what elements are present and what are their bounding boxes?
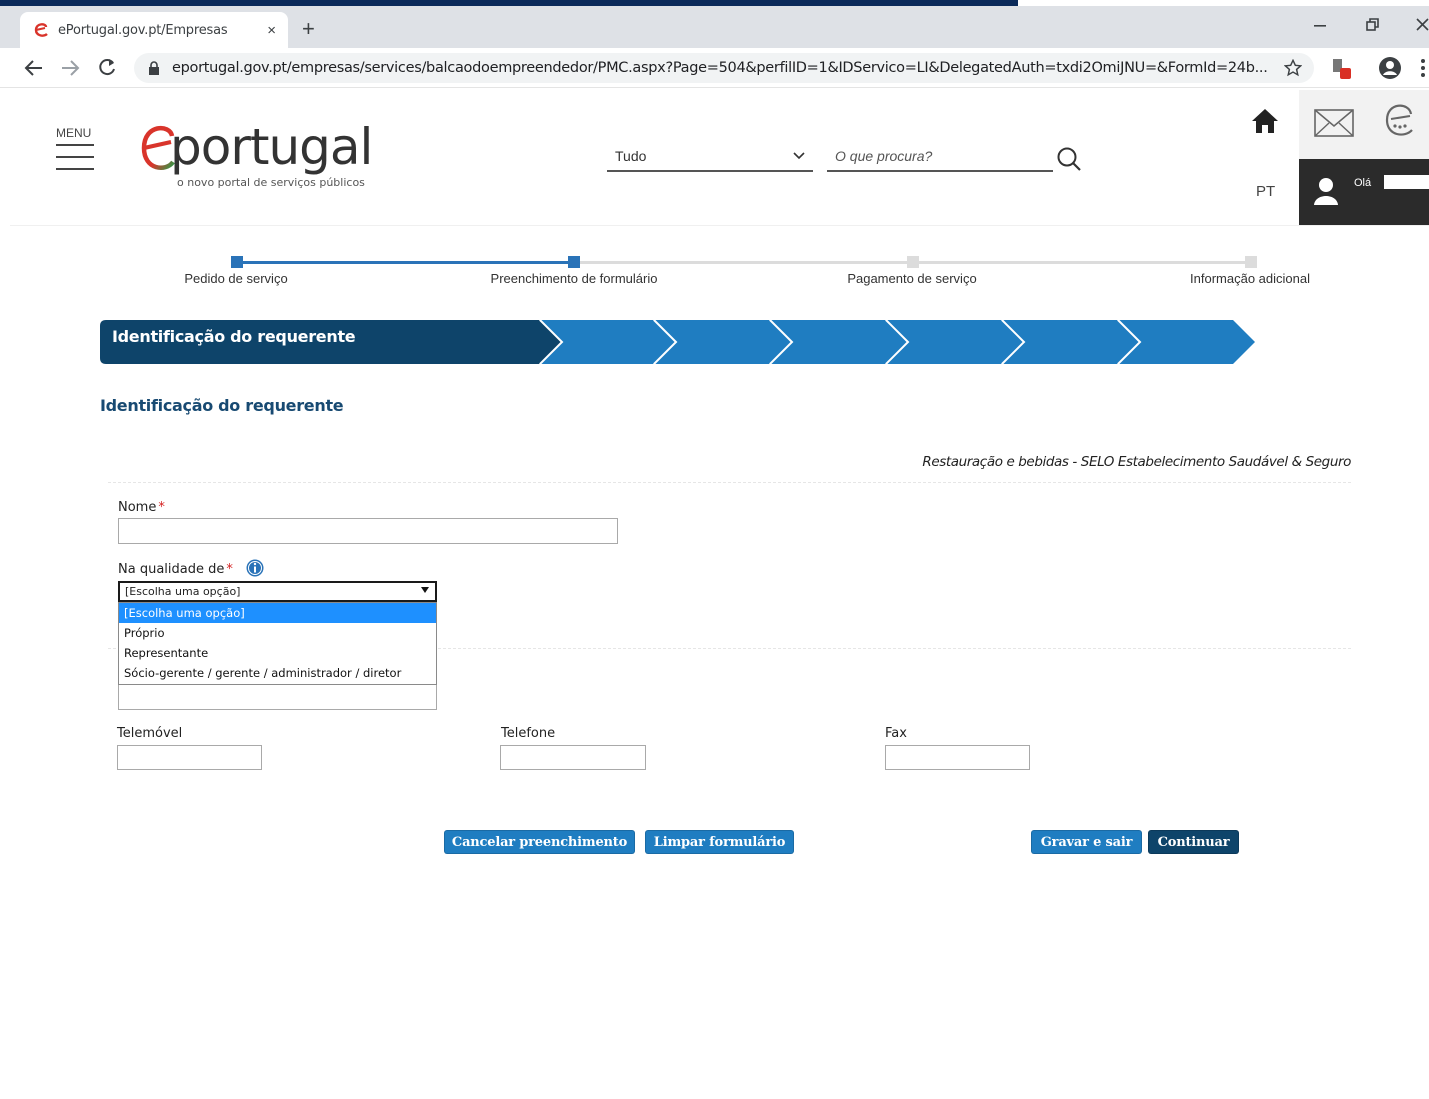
step-label-4: Informação adicional	[1190, 271, 1310, 286]
qualidade-option[interactable]: Próprio	[119, 623, 436, 643]
fax-label: Fax	[885, 726, 907, 741]
required-mark: *	[158, 500, 165, 515]
required-mark: *	[226, 562, 233, 577]
qualidade-options-list: [Escolha uma opção] Próprio Representant…	[118, 602, 437, 685]
save-exit-button[interactable]: Gravar e sair	[1031, 830, 1142, 854]
tab-title: ePortugal.gov.pt/Empresas	[58, 22, 228, 38]
browser-tabstrip: ePortugal.gov.pt/Empresas × +	[0, 6, 1429, 48]
telemovel-label: Telemóvel	[117, 726, 183, 741]
more-menu-icon[interactable]	[1420, 58, 1426, 78]
step-label-3: Pagamento de serviço	[847, 271, 977, 286]
fax-field[interactable]	[885, 745, 1030, 770]
language-selector[interactable]: PT	[1256, 183, 1275, 200]
qualidade-label-text: Na qualidade de	[118, 562, 225, 577]
step-label-2: Preenchimento de formulário	[490, 271, 658, 286]
restore-icon[interactable]	[1366, 18, 1380, 32]
banner-title: Identificação do requerente	[112, 327, 356, 346]
back-arrow-icon[interactable]	[24, 58, 44, 78]
cancel-button[interactable]: Cancelar preenchimento	[444, 830, 635, 854]
telefone-field[interactable]	[500, 745, 646, 770]
forward-arrow-icon[interactable]	[60, 58, 80, 78]
telefone-label: Telefone	[501, 726, 556, 741]
bookmark-star-icon[interactable]	[1284, 59, 1302, 77]
hidden-field-behind-dropdown[interactable]	[118, 684, 437, 710]
service-name: Restauração e bebidas - SELO Estabelecim…	[922, 454, 1351, 470]
step-marker-3	[907, 256, 919, 268]
step-marker-1	[231, 256, 243, 268]
url-text: eportugal.gov.pt/empresas/services/balca…	[172, 60, 1268, 76]
profile-avatar-icon[interactable]	[1378, 56, 1402, 80]
logo-wordmark: portugal	[170, 118, 373, 176]
user-account-button[interactable]: Olá	[1299, 159, 1429, 225]
mail-icon	[1314, 109, 1354, 137]
qualidade-option[interactable]: Representante	[119, 643, 436, 663]
search-input[interactable]	[827, 142, 1053, 170]
form-page-banner: Identificação do requerente	[100, 320, 1255, 364]
extension-icon[interactable]	[1330, 56, 1352, 80]
qualidade-label: Na qualidade de *	[118, 562, 233, 577]
reload-icon[interactable]	[97, 57, 117, 77]
eportugal-favicon-icon	[34, 23, 48, 37]
info-icon[interactable]	[246, 559, 264, 577]
window-close-icon[interactable]	[1416, 18, 1429, 31]
search-box	[827, 142, 1053, 172]
browser-toolbar: eportugal.gov.pt/empresas/services/balca…	[0, 48, 1429, 88]
lock-icon	[149, 61, 159, 75]
home-icon[interactable]	[1250, 106, 1280, 136]
progress-completed-track	[236, 261, 574, 264]
section-title: Identificação do requerente	[100, 396, 344, 415]
menu-label: MENU	[56, 126, 92, 140]
step-marker-4	[1245, 256, 1257, 268]
messages-button[interactable]	[1299, 90, 1369, 159]
eportugal-area-button[interactable]	[1369, 90, 1429, 159]
logo-tagline: o novo portal de serviços públicos	[177, 176, 365, 189]
search-category-select[interactable]: Tudo	[607, 142, 813, 172]
step-marker-2	[568, 256, 580, 268]
search-icon[interactable]	[1056, 146, 1082, 172]
nome-label: Nome *	[118, 500, 165, 515]
tab-close-icon[interactable]: ×	[267, 22, 276, 39]
form-divider	[108, 482, 1351, 483]
user-name-redacted	[1384, 175, 1429, 189]
hamburger-menu-icon[interactable]	[56, 144, 94, 170]
qualidade-select[interactable]: [Escolha uma opção]	[118, 581, 437, 602]
user-greeting: Olá	[1354, 177, 1372, 189]
telemovel-field[interactable]	[117, 745, 262, 770]
search-category-value: Tudo	[615, 148, 647, 164]
minimize-icon[interactable]	[1314, 24, 1328, 28]
qualidade-option[interactable]: [Escolha uma opção]	[119, 603, 436, 623]
step-label-1: Pedido de serviço	[184, 271, 288, 286]
address-bar[interactable]: eportugal.gov.pt/empresas/services/balca…	[134, 53, 1314, 83]
eportugal-logo[interactable]: portugal o novo portal de serviços públi…	[140, 118, 373, 189]
browser-tab[interactable]: ePortugal.gov.pt/Empresas ×	[20, 12, 288, 48]
qualidade-select-value: [Escolha uma opção]	[125, 585, 241, 598]
new-tab-button[interactable]: +	[302, 16, 315, 42]
dropdown-arrow-icon	[421, 587, 429, 593]
continue-button[interactable]: Continuar	[1148, 830, 1239, 854]
qualidade-option[interactable]: Sócio-gerente / gerente / administrador …	[119, 663, 436, 683]
nome-label-text: Nome	[118, 500, 157, 515]
site-header: MENU portugal o novo portal de serviços …	[10, 90, 1429, 226]
user-icon	[1314, 178, 1338, 205]
clear-form-button[interactable]: Limpar formulário	[645, 830, 794, 854]
chevron-down-icon	[793, 152, 805, 160]
eportugal-chat-icon	[1385, 104, 1413, 136]
progress-steps: Pedido de serviço Preenchimento de formu…	[0, 252, 1429, 292]
nome-field[interactable]	[118, 518, 618, 544]
